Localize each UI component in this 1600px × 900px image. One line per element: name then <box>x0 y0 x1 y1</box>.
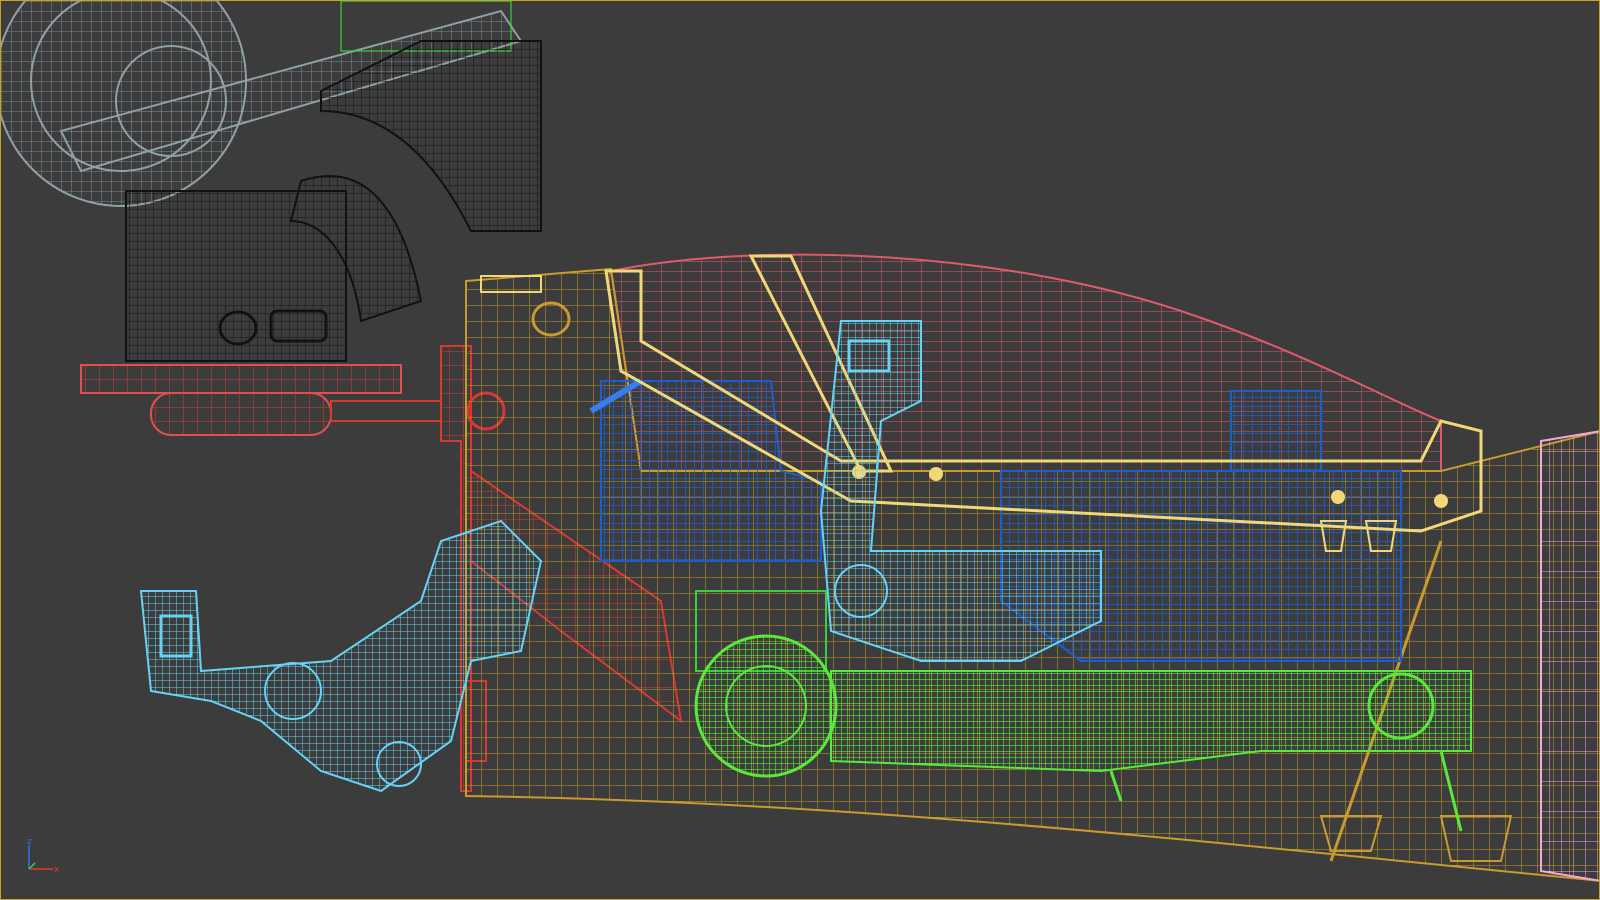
axis-gizmo-icon: z x <box>27 837 60 875</box>
axis-z-label: z <box>27 837 32 847</box>
pink-panel[interactable] <box>1540 430 1599 882</box>
axis-x-label: x <box>54 865 60 875</box>
wireframe-scene[interactable] <box>1 1 1599 899</box>
3d-viewport[interactable]: z x <box>0 0 1600 900</box>
